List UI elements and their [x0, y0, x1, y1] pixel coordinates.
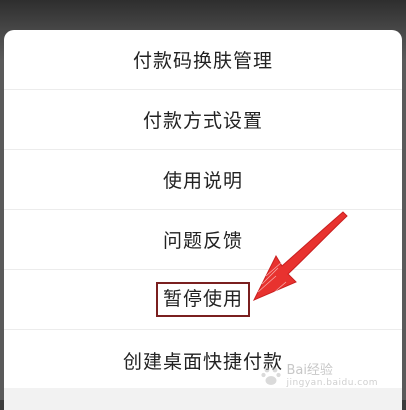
- menu-item-label-highlighted: 暂停使用: [155, 282, 250, 317]
- sheet-footer: [4, 388, 402, 410]
- menu-item-payment-settings[interactable]: 付款方式设置: [4, 90, 402, 150]
- menu-item-label: 付款码换肤管理: [132, 50, 273, 72]
- menu-item-pause[interactable]: 暂停使用: [4, 270, 402, 330]
- watermark-brand: Bai经验: [286, 363, 333, 378]
- menu-item-label: 付款方式设置: [142, 110, 263, 132]
- paw-icon: [261, 367, 282, 385]
- menu-item-feedback[interactable]: 问题反馈: [4, 210, 402, 270]
- menu-item-label: 使用说明: [162, 170, 243, 192]
- baidu-watermark: Bai经验 jingyan.baidu.com: [260, 364, 378, 388]
- action-sheet: 付款码换肤管理 付款方式设置 使用说明 问题反馈 暂停使用 创建桌面快捷付款: [4, 30, 402, 410]
- watermark-url: jingyan.baidu.com: [286, 378, 378, 388]
- menu-item-label: 问题反馈: [162, 230, 243, 252]
- menu-item-instructions[interactable]: 使用说明: [4, 150, 402, 210]
- menu-item-skin-management[interactable]: 付款码换肤管理: [4, 30, 402, 90]
- menu-item-label: 创建桌面快捷付款: [122, 350, 283, 373]
